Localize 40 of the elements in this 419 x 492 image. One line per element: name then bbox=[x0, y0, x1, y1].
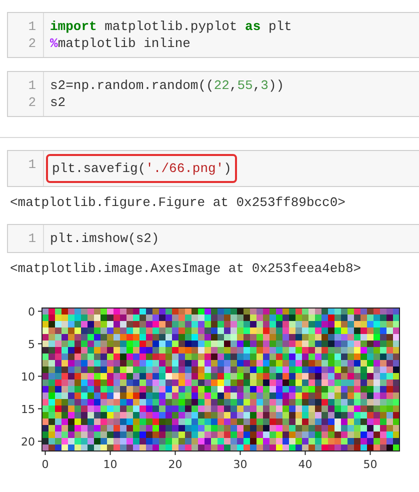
tick-mark bbox=[38, 440, 42, 442]
line-number: 1 bbox=[27, 156, 37, 173]
line-number: 2 bbox=[27, 35, 37, 52]
code-cell[interactable]: 1 plt.savefig('./66.png') bbox=[7, 150, 419, 187]
axis-label: 20 bbox=[21, 435, 35, 448]
axis-label: 40 bbox=[298, 458, 312, 471]
code-line: import matplotlib.pyplot as plt bbox=[50, 18, 292, 35]
code-cell[interactable]: 1 2 s2=np.random.random((22,55,3)) s2 bbox=[7, 71, 419, 117]
axis-label: 10 bbox=[103, 458, 118, 471]
axis-label: 15 bbox=[21, 402, 35, 416]
axis-label: 30 bbox=[233, 458, 248, 471]
tick-mark bbox=[110, 450, 111, 456]
code-line: plt.savefig('./66.png') bbox=[52, 160, 232, 177]
output-text: <matplotlib.image.AxesImage at 0x253feea4eb8> bbox=[9, 260, 362, 277]
line-number: 1 bbox=[27, 77, 37, 94]
tick-mark bbox=[44, 450, 46, 456]
axis-label: 0 bbox=[28, 305, 35, 318]
code-cell[interactable]: 1 plt.imshow(s2) bbox=[7, 224, 419, 253]
tick-mark bbox=[174, 450, 176, 456]
line-number: 1 bbox=[27, 230, 37, 247]
tick-mark bbox=[38, 310, 42, 312]
line-number: 2 bbox=[27, 94, 37, 111]
tick-mark bbox=[240, 450, 241, 456]
axis-label: 10 bbox=[21, 370, 35, 384]
code-cell[interactable]: 1 2 import matplotlib.pyplot as plt %matplotlib inline bbox=[7, 12, 419, 58]
axis-label: 20 bbox=[168, 458, 182, 471]
tick-mark bbox=[38, 408, 42, 410]
tick-mark bbox=[38, 343, 42, 344]
tick-mark bbox=[304, 450, 306, 456]
axis-label: 0 bbox=[42, 458, 49, 471]
code-line: s2 bbox=[50, 94, 67, 111]
code-line: s2=np.random.random((22,55,3)) bbox=[50, 77, 284, 94]
code-line: plt.imshow(s2) bbox=[50, 230, 160, 247]
axis-label: 5 bbox=[28, 338, 35, 351]
tick-mark bbox=[370, 450, 371, 456]
output-text: <matplotlib.figure.Figure at 0x253ff89bcc0> bbox=[9, 194, 346, 211]
tick-mark bbox=[38, 376, 42, 377]
code-line: %matplotlib inline bbox=[50, 35, 192, 52]
axis-label: 50 bbox=[363, 458, 378, 471]
line-number: 1 bbox=[27, 18, 37, 35]
